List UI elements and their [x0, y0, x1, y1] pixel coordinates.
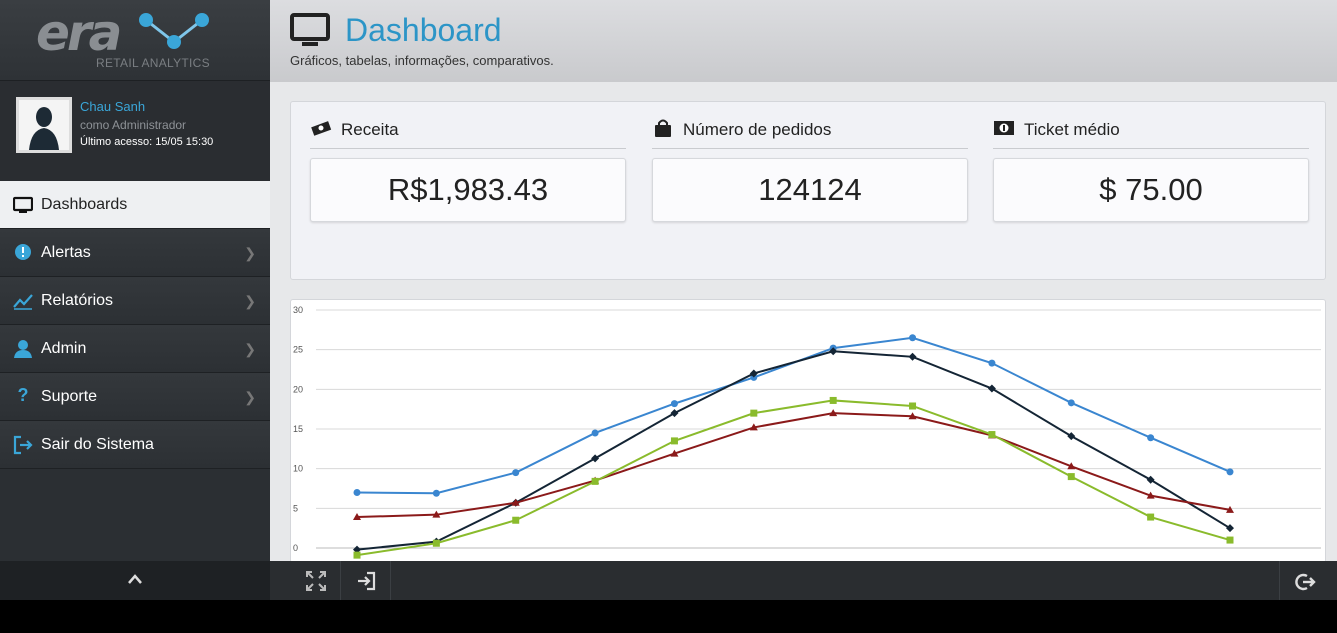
divider: [652, 148, 968, 149]
stat-value: $ 75.00: [993, 158, 1309, 222]
avatar[interactable]: [16, 97, 72, 153]
line-chart[interactable]: 0 5 10 15 20 25 30: [291, 300, 1325, 562]
sidebar: era RETAIL ANALYTICS Chau Sanh como Admi…: [0, 0, 270, 600]
data-point: [670, 400, 678, 408]
sidebar-item-dashboards[interactable]: Dashboards: [0, 181, 270, 229]
chevron-right-icon: ❯: [244, 389, 256, 405]
data-point: [1226, 536, 1234, 544]
brand-logo[interactable]: era RETAIL ANALYTICS: [0, 0, 270, 81]
data-point: [909, 402, 917, 410]
chevron-right-icon: ❯: [244, 293, 256, 309]
logout-button[interactable]: [1279, 561, 1328, 600]
user-profile: Chau Sanh como Administrador Último aces…: [0, 81, 270, 182]
sidebar-item-sair[interactable]: Sair do Sistema: [0, 421, 270, 469]
main-footer: [270, 561, 1337, 600]
page-title: Dashboard: [345, 12, 502, 48]
data-point: [432, 489, 440, 497]
data-point: [988, 359, 996, 367]
sidebar-item-admin[interactable]: Admin ❯: [0, 325, 270, 373]
data-point: [988, 431, 996, 439]
chart-panel: 0 5 10 15 20 25 30: [290, 299, 1326, 563]
monitor-icon: [290, 13, 330, 46]
sidebar-item-suporte[interactable]: ? Suporte ❯: [0, 373, 270, 421]
user-silhouette-icon: [19, 100, 69, 150]
sidebar-item-label: Alertas: [41, 244, 91, 261]
data-point: [1226, 468, 1234, 476]
data-point: [1147, 434, 1155, 442]
line-chart-icon: [13, 294, 33, 310]
last-access: Último acesso: 15/05 15:30: [80, 136, 214, 148]
data-point: [353, 488, 361, 496]
sidebar-item-label: Admin: [41, 340, 87, 357]
power-exit-icon: [1295, 573, 1316, 591]
data-point: [1067, 473, 1075, 481]
data-point: [670, 409, 679, 418]
sidebar-item-alertas[interactable]: Alertas ❯: [0, 229, 270, 277]
user-role: como Administrador: [80, 118, 187, 132]
y-tick-label: 0: [293, 543, 298, 553]
stat-title: Receita: [341, 120, 399, 139]
stat-title: Número de pedidos: [683, 120, 832, 139]
page-subtitle: Gráficos, tabelas, informações, comparat…: [290, 53, 554, 68]
data-point: [512, 516, 520, 524]
sign-in-icon: [358, 571, 376, 591]
logout-icon: [13, 435, 33, 455]
sidebar-item-relatorios[interactable]: Relatórios ❯: [0, 277, 270, 325]
question-icon: ?: [17, 385, 29, 405]
data-point: [512, 469, 520, 477]
sidebar-item-label: Relatórios: [41, 292, 114, 309]
series-line: [356, 399, 1231, 557]
sidebar-footer: [0, 561, 270, 600]
data-point: [591, 477, 599, 485]
sidebar-item-label: Dashboards: [41, 196, 128, 213]
logo-tagline: RETAIL ANALYTICS: [96, 56, 210, 70]
page-header: Dashboard Gráficos, tabelas, informações…: [270, 0, 1337, 82]
data-point: [670, 437, 678, 445]
user-name[interactable]: Chau Sanh: [80, 99, 145, 114]
chevron-right-icon: ❯: [244, 245, 256, 261]
y-tick-label: 10: [293, 464, 303, 474]
data-point: [1067, 399, 1075, 407]
stats-panel: Receita R$1,983.43 Número de pedidos 124…: [290, 101, 1326, 280]
stat-value: R$1,983.43: [310, 158, 626, 222]
data-point: [353, 551, 361, 559]
y-tick-label: 5: [293, 503, 298, 513]
series-line: [356, 350, 1231, 551]
sidebar-nav: Dashboards Alertas ❯ Relatórios ❯ Admin …: [0, 181, 270, 469]
y-tick-label: 15: [293, 424, 303, 434]
data-point: [829, 396, 837, 404]
sidebar-item-label: Sair do Sistema: [41, 436, 154, 453]
data-point: [750, 409, 758, 417]
chevron-up-icon[interactable]: [127, 571, 143, 587]
monitor-icon: [13, 196, 33, 213]
data-point: [1147, 513, 1155, 521]
series-line: [356, 336, 1231, 495]
exclamation-icon: [15, 244, 31, 260]
y-tick-label: 25: [293, 345, 303, 355]
app-window: era RETAIL ANALYTICS Chau Sanh como Admi…: [0, 0, 1337, 600]
money-icon: [311, 121, 332, 136]
cash-icon: [994, 121, 1014, 135]
logo-network-icon: [139, 13, 209, 49]
data-point: [591, 429, 599, 437]
data-point: [591, 454, 600, 463]
data-point: [908, 352, 917, 361]
divider: [310, 148, 626, 149]
stat-title: Ticket médio: [1024, 120, 1120, 139]
divider: [993, 148, 1309, 149]
sidebar-item-label: Suporte: [41, 388, 98, 405]
main-content: Dashboard Gráficos, tabelas, informações…: [270, 0, 1337, 600]
y-tick-label: 20: [293, 384, 303, 394]
expand-icon: [306, 571, 326, 591]
chevron-right-icon: ❯: [244, 341, 256, 357]
user-icon: [14, 340, 32, 358]
logo-text: era: [36, 4, 122, 62]
y-tick-label: 30: [293, 305, 303, 315]
data-point: [432, 539, 440, 547]
stat-value: 124124: [652, 158, 968, 222]
fullscreen-button[interactable]: [292, 561, 341, 600]
bag-icon: [655, 119, 671, 137]
data-point: [909, 334, 917, 342]
login-button[interactable]: [342, 561, 391, 600]
